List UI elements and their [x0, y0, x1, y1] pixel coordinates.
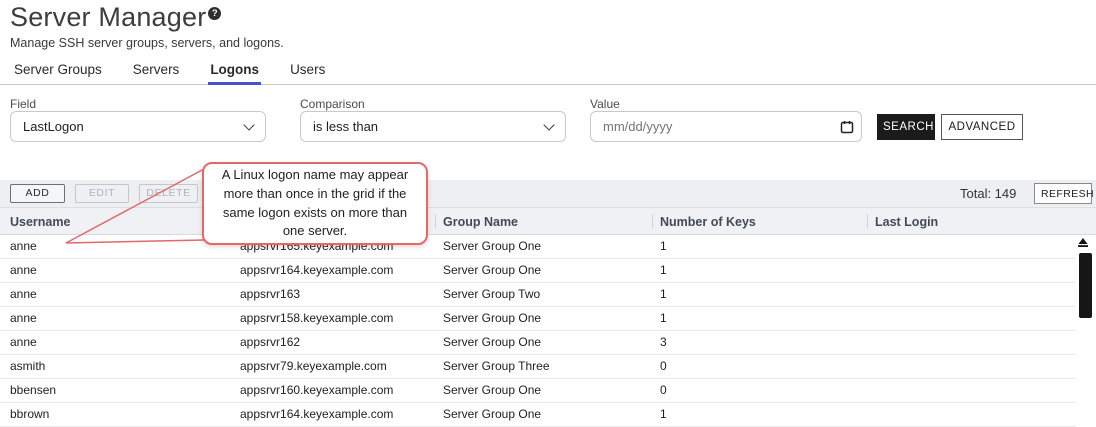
chevron-down-icon [243, 119, 254, 130]
table-row[interactable]: anne appsrvr162 Server Group One 3 [0, 331, 1076, 355]
cell-number-of-keys: 1 [660, 259, 667, 283]
cell-username: bbrown [10, 403, 49, 427]
page-title-text: Server Manager [10, 2, 206, 32]
help-icon[interactable]: ? [208, 7, 221, 20]
field-select[interactable]: LastLogon [10, 111, 266, 142]
refresh-button[interactable]: REFRESH [1034, 183, 1092, 204]
search-button[interactable]: SEARCH [877, 114, 935, 140]
table-row[interactable]: bbrown appsrvr164.keyexample.com Server Gr… [0, 403, 1076, 427]
grid-toolbar: ADD EDIT DELETE [0, 180, 1096, 207]
page-title: Server Manager? [10, 2, 221, 33]
cell-username: asmith [10, 355, 45, 379]
cell-server-name: appsrvr158.keyexample.com [240, 307, 393, 331]
field-label: Field [10, 97, 36, 111]
column-header-number-of-keys[interactable]: Number of Keys [660, 208, 756, 236]
cell-server-name: appsrvr164.keyexample.com [240, 403, 393, 427]
table-header-row: Username Group Name Number of Keys Last Log… [0, 207, 1096, 235]
tab-servers[interactable]: Servers [131, 60, 182, 85]
table-row[interactable]: anneappsrvr165.keyexample.comServer Grou… [0, 235, 1076, 259]
column-header-last-login[interactable]: Last Login [875, 208, 938, 236]
cell-server-name: appsrvr162 [240, 331, 300, 355]
table-row[interactable]: anne appsrvr163 Server Group Two 1 [0, 283, 1076, 307]
cell-number-of-keys: 1 [660, 283, 667, 307]
value-date-input[interactable] [590, 111, 862, 142]
delete-button[interactable]: DELETE [139, 184, 198, 203]
column-separator [652, 214, 653, 229]
cell-server-name: appsrvr163 [240, 283, 300, 307]
comparison-label: Comparison [300, 97, 365, 111]
table-row[interactable]: asmith appsrvr79.keyexample.com Server Gro… [0, 355, 1076, 379]
column-header-username[interactable]: Username [10, 208, 70, 236]
cell-username: anne [10, 235, 37, 259]
page-subtitle: Manage SSH server groups, servers, and l… [10, 36, 284, 50]
tab-logons[interactable]: Logons [208, 60, 261, 85]
cell-number-of-keys: 0 [660, 355, 667, 379]
cell-group-name: Server Group One [443, 403, 541, 427]
cell-server-name: appsrvr160.keyexample.com [240, 379, 393, 403]
chevron-down-icon [543, 119, 554, 130]
tab-server-groups[interactable]: Server Groups [12, 60, 104, 85]
server-manager-page: Server Manager? Manage SSH server groups… [0, 0, 1096, 427]
cell-username: anne [10, 307, 37, 331]
advanced-button[interactable]: ADVANCED [941, 114, 1023, 140]
cell-username: bbensen [10, 379, 56, 403]
column-separator [867, 214, 868, 229]
cell-number-of-keys: 1 [660, 403, 667, 427]
comparison-select[interactable]: is less than [300, 111, 566, 142]
cell-group-name: Server Group Two [443, 283, 540, 307]
field-select-value: LastLogon [23, 119, 245, 134]
edit-button[interactable]: EDIT [75, 184, 129, 203]
tab-users[interactable]: Users [288, 60, 327, 85]
cell-number-of-keys: 0 [660, 379, 667, 403]
table-row[interactable]: bbensen appsrvr160.keyexample.com Server G… [0, 379, 1076, 403]
scrollbar-thumb[interactable] [1079, 253, 1092, 318]
cell-username: anne [10, 259, 37, 283]
column-header-group-name[interactable]: Group Name [443, 208, 518, 236]
add-button[interactable]: ADD [10, 184, 65, 203]
cell-server-name: appsrvr79.keyexample.com [240, 355, 387, 379]
cell-number-of-keys: 1 [660, 235, 667, 259]
cell-group-name: Server Group One [443, 379, 541, 403]
comparison-select-value: is less than [313, 119, 545, 134]
calendar-icon[interactable] [840, 120, 854, 134]
cell-number-of-keys: 3 [660, 331, 667, 355]
table-row[interactable]: anne appsrvr158.keyexample.com Server Grou… [0, 307, 1076, 331]
cell-group-name: Server Group Three [443, 355, 550, 379]
cell-username: anne [10, 283, 37, 307]
cell-group-name: Server Group One [443, 235, 541, 259]
callout-note: A Linux logon name may appear more than … [202, 162, 428, 245]
cell-group-name: Server Group One [443, 259, 541, 283]
scroll-up-icon[interactable] [1077, 237, 1089, 248]
column-separator [435, 214, 436, 229]
cell-username: anne [10, 331, 37, 355]
cell-number-of-keys: 1 [660, 307, 667, 331]
value-label: Value [590, 97, 620, 111]
cell-group-name: Server Group One [443, 331, 541, 355]
total-count: Total: 149 [960, 186, 1016, 201]
cell-server-name: appsrvr164.keyexample.com [240, 259, 393, 283]
table-row[interactable]: anne appsrvr164.keyexample.com Server Grou… [0, 259, 1076, 283]
tab-bar: Server Groups Servers Logons Users [12, 60, 327, 85]
cell-group-name: Server Group One [443, 307, 541, 331]
